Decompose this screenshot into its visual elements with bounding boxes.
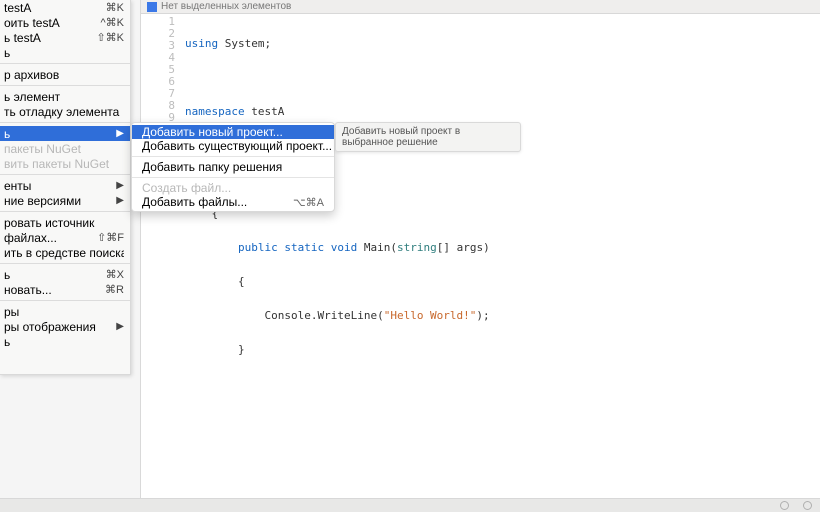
menu-separator <box>0 63 130 64</box>
menu-item[interactable]: р архивов <box>0 67 130 82</box>
chevron-right-icon: ▶ <box>116 128 124 139</box>
status-bar <box>0 498 820 512</box>
menu-item[interactable]: ть отладку элемента <box>0 104 130 119</box>
shortcut-label: ⌥⌘A <box>293 196 324 209</box>
menu-separator <box>0 122 130 123</box>
chevron-right-icon: ▶ <box>116 195 124 206</box>
menu-item[interactable]: testA ⌘K <box>0 0 130 15</box>
shortcut-label: ⌘R <box>105 283 124 296</box>
shortcut-label: ⌘X <box>106 268 124 281</box>
tooltip-text: Добавить новый проект в выбранное решени… <box>342 126 460 148</box>
chevron-right-icon: ▶ <box>116 180 124 191</box>
menu-separator <box>0 174 130 175</box>
submenu-item-add-files[interactable]: Добавить файлы... ⌥⌘A <box>132 195 334 209</box>
menu-item[interactable]: ить в средстве поиска <box>0 245 130 260</box>
menu-separator <box>132 177 334 178</box>
tooltip: Добавить новый проект в выбранное решени… <box>335 122 521 152</box>
status-icon <box>803 501 812 510</box>
context-menu[interactable]: testA ⌘K оить testA ^⌘K ь testA ⇧⌘K ь р … <box>0 0 131 375</box>
menu-item[interactable]: ние версиями ▶ <box>0 193 130 208</box>
submenu-add[interactable]: Добавить новый проект... Добавить сущест… <box>131 122 335 212</box>
editor-area: Нет выделенных элементов 1 2 3 4 5 6 7 8… <box>140 0 820 498</box>
submenu-item-new-project[interactable]: Добавить новый проект... <box>132 125 334 139</box>
menu-item: вить пакеты NuGet <box>0 156 130 171</box>
menu-item[interactable]: оить testA ^⌘K <box>0 15 130 30</box>
menu-item-add[interactable]: ь ▶ <box>0 126 130 141</box>
shortcut-label: ⌘K <box>106 1 124 14</box>
menu-item[interactable]: ь ⌘X <box>0 267 130 282</box>
submenu-item-solution-folder[interactable]: Добавить папку решения <box>132 160 334 174</box>
menu-item[interactable]: ры <box>0 304 130 319</box>
menu-item: пакеты NuGet <box>0 141 130 156</box>
menu-separator <box>132 156 334 157</box>
status-icon <box>780 501 789 510</box>
menu-item[interactable]: ры отображения ▶ <box>0 319 130 334</box>
submenu-item-create-file: Создать файл... <box>132 181 334 195</box>
menu-separator <box>0 263 130 264</box>
submenu-item-existing-project[interactable]: Добавить существующий проект... <box>132 139 334 153</box>
menu-separator <box>0 85 130 86</box>
selection-info-label: Нет выделенных элементов <box>161 1 291 12</box>
menu-separator <box>0 211 130 212</box>
chevron-right-icon: ▶ <box>116 321 124 332</box>
selection-icon <box>147 2 157 12</box>
menu-item[interactable]: ь <box>0 334 130 349</box>
editor-toolbar: Нет выделенных элементов <box>141 0 820 14</box>
menu-item[interactable]: енты ▶ <box>0 178 130 193</box>
shortcut-label: ⇧⌘K <box>96 31 124 44</box>
menu-item[interactable]: ь <box>0 45 130 60</box>
menu-item[interactable]: файлах... ⇧⌘F <box>0 230 130 245</box>
menu-item[interactable]: ь testA ⇧⌘K <box>0 30 130 45</box>
menu-separator <box>0 300 130 301</box>
menu-item[interactable]: ь элемент <box>0 89 130 104</box>
menu-item[interactable]: новать... ⌘R <box>0 282 130 297</box>
menu-item[interactable]: ровать источник <box>0 215 130 230</box>
shortcut-label: ⇧⌘F <box>97 231 124 244</box>
shortcut-label: ^⌘K <box>101 16 125 29</box>
